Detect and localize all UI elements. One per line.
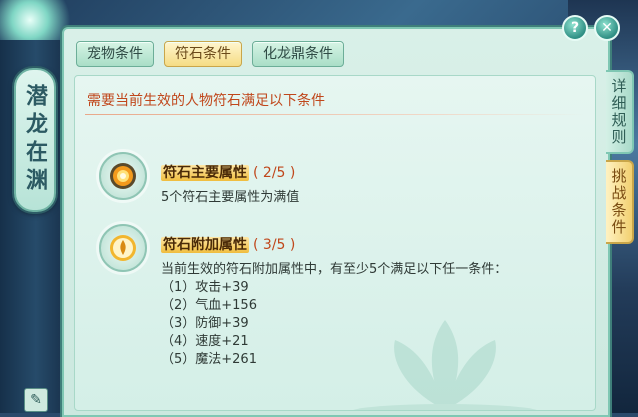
main-attribute-count: ( 2/5 ) [253,165,296,181]
side-tab-detailed-rules[interactable]: 详细规则 [606,70,634,154]
tab-pet-conditions[interactable]: 宠物条件 [76,41,154,67]
extra-attribute-line-6: （5）魔法+261 [161,352,257,367]
extra-attribute-line-3: （2）气血+156 [161,298,257,313]
extra-attribute-line-4: （3）防御+39 [161,316,249,331]
help-button[interactable]: ? [562,15,588,41]
side-tab-detailed-rules-label: 详细规则 [609,78,628,146]
tab-bar: 宠物条件 符石条件 化龙鼎条件 [76,41,344,67]
activity-title: 潜龙在渊 [22,84,48,196]
heading-divider [85,114,585,115]
extra-attribute-line-5: （4）速度+21 [161,334,249,349]
conditions-window: 宠物条件 符石条件 化龙鼎条件 需要当前生效的人物符石满足以下条件 符石主要属性… [62,27,610,417]
lotus-watermark-icon [353,320,537,410]
conditions-heading: 需要当前生效的人物符石满足以下条件 [87,93,325,109]
fire-orb-icon [99,152,147,200]
extra-attribute-line-1: 当前生效的符石附加属性中，有至少5个满足以下任一条件： [161,262,508,277]
side-tab-challenge-conditions-label: 挑战条件 [609,168,628,236]
notes-icon[interactable]: ✎ [24,388,48,412]
main-attribute-label: 符石主要属性 [161,165,249,181]
extra-attribute-label: 符石附加属性 [161,237,249,253]
extra-attribute-count: ( 3/5 ) [253,237,296,253]
activity-title-banner: 潜龙在渊 [14,68,56,212]
close-button[interactable]: ✕ [594,15,620,41]
main-attribute-line-1: 5个符石主要属性为满值 [161,190,300,205]
conditions-panel: 需要当前生效的人物符石满足以下条件 符石主要属性( 2/5 ) 5个符石主要属性… [74,75,596,411]
main-attribute-title: 符石主要属性( 2/5 ) [161,162,295,182]
tab-rune-conditions[interactable]: 符石条件 [164,41,242,67]
tab-dragon-cauldron-conditions[interactable]: 化龙鼎条件 [252,41,344,67]
flame-ring-icon [99,224,147,272]
side-tab-challenge-conditions[interactable]: 挑战条件 [606,160,634,244]
extra-attribute-line-2: （1）攻击+39 [161,280,249,295]
extra-attribute-title: 符石附加属性( 3/5 ) [161,234,295,254]
